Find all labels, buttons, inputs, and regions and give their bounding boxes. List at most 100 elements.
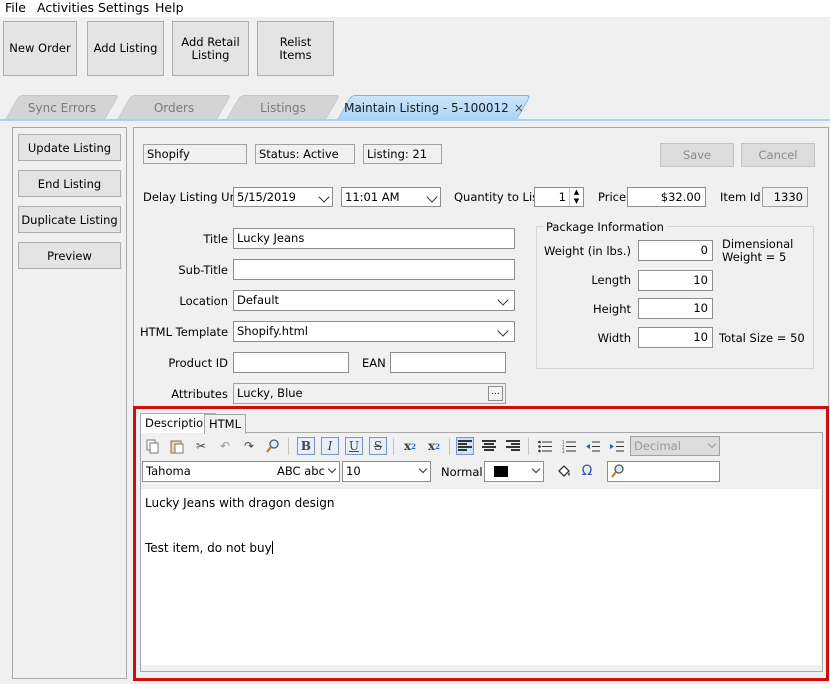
superscript-icon[interactable]: x2 [425,437,443,455]
tab-sync-errors[interactable]: Sync Errors [4,95,120,120]
stepper-arrows-icon[interactable]: ▲ ▼ [569,188,583,206]
align-right-icon[interactable] [504,437,522,455]
delay-time-value: 11:01 AM [345,190,400,204]
editor-line-2: Test item, do not buy [145,541,273,555]
text-color-picker[interactable] [484,461,544,482]
title-label: Title [203,232,228,246]
menu-activities[interactable]: Activities [37,0,94,16]
editor-content-area[interactable]: Lucky Jeans with dragon design Test item… [141,489,821,665]
underline-icon[interactable]: U [345,437,363,455]
tab-maintain-listing-label: Maintain Listing - 5-100012 [344,100,509,115]
text-cursor [271,541,273,554]
html-template-select[interactable]: Shopify.html [233,321,515,342]
bold-icon[interactable]: B [297,437,315,455]
package-legend: Package Information [543,220,667,234]
relist-items-button[interactable]: Relist Items [257,21,334,76]
new-order-button[interactable]: New Order [3,21,77,76]
redo-icon[interactable]: ↷ [240,437,258,455]
subtitle-label: Sub-Title [178,263,228,277]
update-listing-button[interactable]: Update Listing [18,134,121,161]
indent-icon[interactable] [608,437,626,455]
attributes-label: Attributes [171,387,228,401]
tab-html[interactable]: HTML [204,414,247,434]
editor-line-2-text: Test item, do not buy [145,541,272,555]
font-size-select[interactable]: 10 [342,461,431,482]
chevron-down-icon [531,464,541,474]
attributes-browse-button[interactable]: ... [488,386,503,401]
duplicate-listing-button[interactable]: Duplicate Listing [18,206,121,233]
chevron-down-icon [426,191,438,203]
chevron-down-icon [707,439,717,449]
title-input[interactable]: Lucky Jeans [233,228,515,249]
weight-input[interactable]: 0 [638,240,713,261]
tab-orders[interactable]: Orders [116,95,232,120]
chevron-down-icon [327,464,337,474]
chevron-down-icon [418,464,428,474]
find-icon[interactable] [264,437,282,455]
undo-icon[interactable]: ↶ [216,437,234,455]
delay-date-select[interactable]: 5/15/2019 [233,187,333,207]
strikethrough-icon[interactable]: S [369,437,387,455]
product-id-input[interactable] [233,352,349,373]
delay-date-value: 5/15/2019 [237,190,296,204]
dimensional-label: Dimensional [722,237,794,251]
outdent-icon[interactable] [584,437,602,455]
font-size-value: 10 [346,464,361,478]
weight-label: Weight (in lbs.) [544,244,631,258]
tab-close-icon[interactable]: × [514,101,524,115]
paste-icon[interactable] [168,437,186,455]
channel-field: Shopify [143,144,247,164]
height-input[interactable]: 10 [638,298,713,319]
chevron-down-icon [497,325,509,337]
paint-bucket-icon[interactable] [555,462,573,480]
subscript-icon[interactable]: x2 [401,437,419,455]
listing-count-field: Listing: 21 [363,144,442,164]
quantity-stepper[interactable]: 1 ▲ ▼ [534,187,584,207]
attributes-value: Lucky, Blue [237,386,303,400]
menu-help[interactable]: Help [155,0,184,16]
cancel-button[interactable]: Cancel [741,143,815,167]
cut-icon[interactable]: ✂ [192,437,210,455]
preview-button[interactable]: Preview [18,242,121,269]
menu-settings[interactable]: Settings [98,0,149,16]
italic-icon[interactable]: I [321,437,339,455]
search-icon [611,464,625,481]
add-listing-button[interactable]: Add Listing [87,21,164,76]
ean-label: EAN [362,356,386,370]
list-style-select[interactable]: Decimal [630,436,720,456]
omega-icon[interactable]: Ω [578,462,596,480]
subtitle-input[interactable] [233,259,515,280]
add-retail-listing-button[interactable]: Add Retail Listing [172,21,249,76]
tab-maintain-listing[interactable]: Maintain Listing - 5-100012 × [336,95,532,120]
tab-listings[interactable]: Listings [225,95,341,120]
chevron-down-icon [318,191,330,203]
length-input[interactable]: 10 [638,270,713,291]
html-template-label: HTML Template [140,325,229,339]
font-family-value: Tahoma [146,464,191,478]
price-input[interactable]: $32.00 [627,187,706,207]
location-select[interactable]: Default [233,290,515,311]
svg-text:3: 3 [562,449,565,453]
bullet-list-icon[interactable] [536,437,554,455]
save-button[interactable]: Save [660,143,734,167]
quantity-label: Quantity to List [454,190,543,204]
end-listing-button[interactable]: End Listing [18,170,121,197]
paragraph-style[interactable]: Normal [441,465,483,479]
width-input[interactable]: 10 [638,327,713,348]
editor-search-input[interactable] [607,461,720,482]
copy-icon[interactable] [144,437,162,455]
menu-file[interactable]: File [5,0,26,16]
align-left-icon[interactable] [456,437,474,455]
list-style-value: Decimal [634,439,681,453]
length-label: Length [591,273,631,287]
width-label: Width [597,331,631,345]
color-swatch [494,466,508,477]
dimensional-weight: Weight = 5 [722,250,787,264]
delay-time-select[interactable]: 11:01 AM [341,187,441,207]
numbered-list-icon[interactable]: 123 [560,437,578,455]
tab-underline [0,119,830,121]
total-size: Total Size = 50 [719,331,805,345]
ean-input[interactable] [390,352,506,373]
align-center-icon[interactable] [480,437,498,455]
font-family-select[interactable]: Tahoma ABC abc [142,461,340,482]
